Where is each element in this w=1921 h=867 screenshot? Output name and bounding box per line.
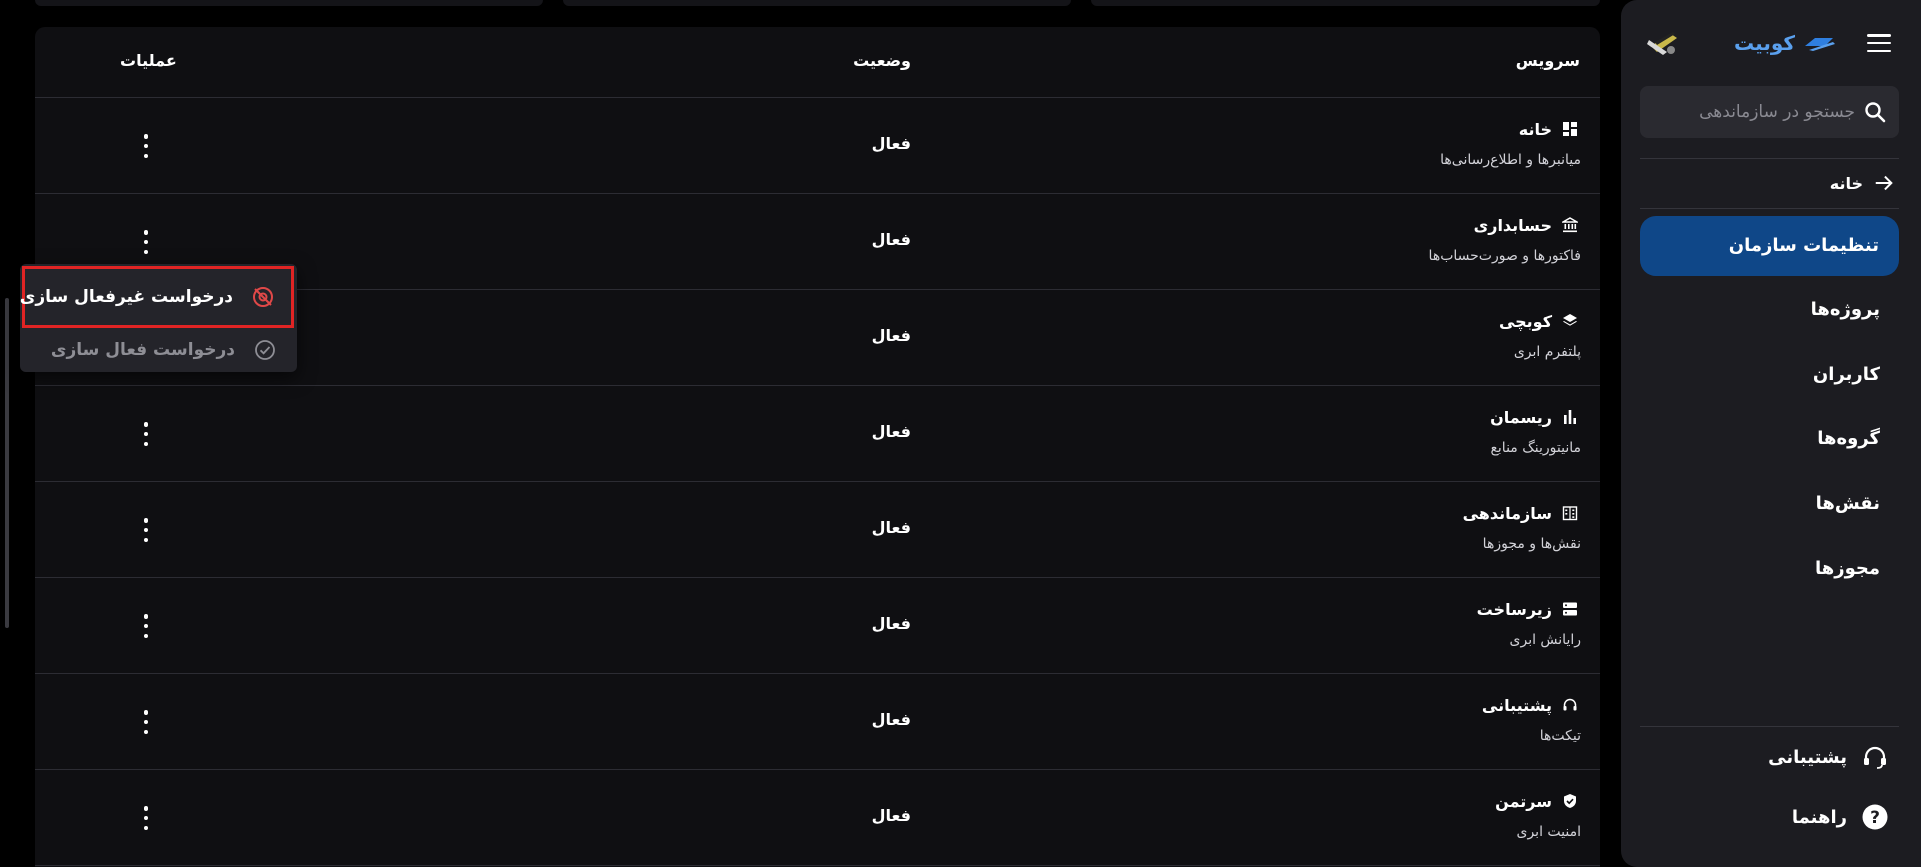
request-deactivation-label: درخواست غیرفعال سازی: [19, 287, 233, 307]
shield-check-icon: [1562, 793, 1578, 809]
bar-chart-icon: [1562, 409, 1578, 425]
bank-icon: [1560, 217, 1580, 233]
sidebar-item-label: راهنما: [1791, 806, 1847, 828]
sidebar-item-groups[interactable]: گروه‌ها: [1817, 425, 1880, 453]
sidebar-divider: [1640, 726, 1899, 727]
table-row: پشتیبانی تیکت‌ها فعال: [35, 674, 1600, 770]
status-text: فعال: [871, 806, 911, 825]
header-service: سرویس: [1515, 51, 1580, 70]
brand-name: کوبیت: [1733, 31, 1795, 55]
top-card: [1091, 0, 1600, 6]
service-title: کوبچی: [1498, 311, 1552, 331]
menu-icon[interactable]: [1867, 34, 1891, 52]
disabled-circle-icon: [251, 285, 275, 309]
status-text: فعال: [871, 710, 911, 729]
service-title: حسابداری: [1473, 215, 1552, 235]
search-icon: [1865, 102, 1886, 123]
sidebar: کوبیت خانه تنظیمات سازمان پروژه‌ها کاربر…: [1621, 0, 1921, 867]
row-actions-button[interactable]: [137, 518, 155, 542]
status-text: فعال: [871, 518, 911, 537]
arrow-right-icon: [1875, 175, 1893, 191]
services-table: سرویس وضعیت عملیات خانه میانبرها و اطلاع…: [35, 27, 1600, 867]
header-actions: عملیات: [120, 51, 177, 70]
service-title: سرتمن: [1495, 791, 1552, 811]
table-row: سازماندهی نقش‌ها و مجوزها فعال: [35, 482, 1600, 578]
app-root: سرویس وضعیت عملیات خانه میانبرها و اطلاع…: [0, 0, 1921, 867]
service-subtitle: نقش‌ها و مجوزها: [1482, 536, 1581, 552]
sidebar-item-home[interactable]: خانه: [1830, 169, 1895, 197]
sidebar-item-label: تنظیمات سازمان: [1728, 235, 1879, 256]
dashboard-icon: [1562, 121, 1578, 137]
row-actions-button[interactable]: [137, 422, 155, 446]
request-activation-item[interactable]: درخواست فعال سازی: [37, 330, 277, 370]
service-title: خانه: [1518, 119, 1552, 139]
service-title: زیرساخت: [1476, 599, 1552, 619]
brand[interactable]: کوبیت: [1734, 30, 1837, 56]
service-subtitle: مانیتورینگ منابع: [1490, 440, 1581, 456]
row-actions-button[interactable]: [137, 806, 155, 830]
table-row: ریسمان مانیتورینگ منابع فعال: [35, 386, 1600, 482]
service-subtitle: امنیت ابری: [1516, 824, 1581, 840]
sidebar-item-label: پشتیبانی: [1768, 746, 1847, 768]
sidebar-item-roles[interactable]: نقش‌ها: [1816, 490, 1880, 518]
sidebar-divider: [1640, 158, 1899, 159]
status-text: فعال: [871, 614, 911, 633]
service-title: پشتیبانی: [1481, 695, 1552, 715]
row-divider: [35, 865, 1600, 866]
service-subtitle: میانبرها و اطلاع‌رسانی‌ها: [1440, 152, 1581, 168]
sidebar-item-support[interactable]: پشتیبانی: [1768, 741, 1889, 773]
row-actions-button[interactable]: [137, 614, 155, 638]
service-subtitle: تیکت‌ها: [1539, 728, 1581, 744]
service-subtitle: فاکتورها و صورت‌حساب‌ها: [1428, 248, 1581, 264]
brand-logo-icon: [1805, 38, 1835, 51]
status-text: فعال: [871, 326, 911, 345]
server-icon: [1562, 601, 1578, 617]
sidebar-item-users[interactable]: کاربران: [1813, 361, 1880, 389]
row-actions-button[interactable]: [137, 230, 155, 254]
search-box[interactable]: [1640, 86, 1899, 138]
request-deactivation-item[interactable]: درخواست غیرفعال سازی: [19, 266, 294, 328]
sidebar-item-label: خانه: [1829, 173, 1863, 193]
building-icon: [1562, 505, 1578, 521]
help-icon: ?: [1862, 804, 1888, 830]
svg-text:?: ?: [1870, 808, 1880, 828]
layers-icon: [1562, 313, 1578, 329]
header-status: وضعیت: [853, 51, 911, 70]
top-card: [35, 0, 543, 6]
service-subtitle: رایانش ابری: [1509, 632, 1581, 648]
status-text: فعال: [871, 422, 911, 441]
sidebar-item-permissions[interactable]: مجوزها: [1815, 555, 1880, 583]
organization-avatar[interactable]: [1647, 28, 1681, 58]
table-row: زیرساخت رایانش ابری فعال: [35, 578, 1600, 674]
table-row: خانه میانبرها و اطلاع‌رسانی‌ها فعال: [35, 98, 1600, 194]
row-actions-button[interactable]: [137, 134, 155, 158]
status-text: فعال: [871, 134, 911, 153]
sidebar-header: کوبیت: [1621, 24, 1921, 62]
scrollbar[interactable]: [5, 298, 9, 628]
table-row: سرتمن امنیت ابری فعال: [35, 770, 1600, 866]
sidebar-item-projects[interactable]: پروژه‌ها: [1811, 296, 1880, 324]
row-actions-menu: درخواست غیرفعال سازی درخواست فعال سازی: [20, 264, 297, 372]
sidebar-item-organization-settings[interactable]: تنظیمات سازمان: [1640, 216, 1899, 276]
headset-icon: [1864, 746, 1886, 769]
sidebar-divider: [1640, 208, 1899, 209]
service-subtitle: پلتفرم ابری: [1513, 344, 1581, 360]
service-title: ریسمان: [1490, 407, 1552, 427]
sidebar-item-help[interactable]: راهنما ?: [1792, 801, 1889, 833]
status-text: فعال: [871, 230, 911, 249]
headset-icon: [1562, 697, 1578, 713]
search-input[interactable]: [1655, 86, 1855, 138]
row-actions-button[interactable]: [137, 710, 155, 734]
check-circle-icon: [253, 338, 277, 362]
request-activation-label: درخواست فعال سازی: [50, 340, 235, 360]
top-card: [563, 0, 1071, 6]
service-title: سازماندهی: [1462, 503, 1552, 523]
